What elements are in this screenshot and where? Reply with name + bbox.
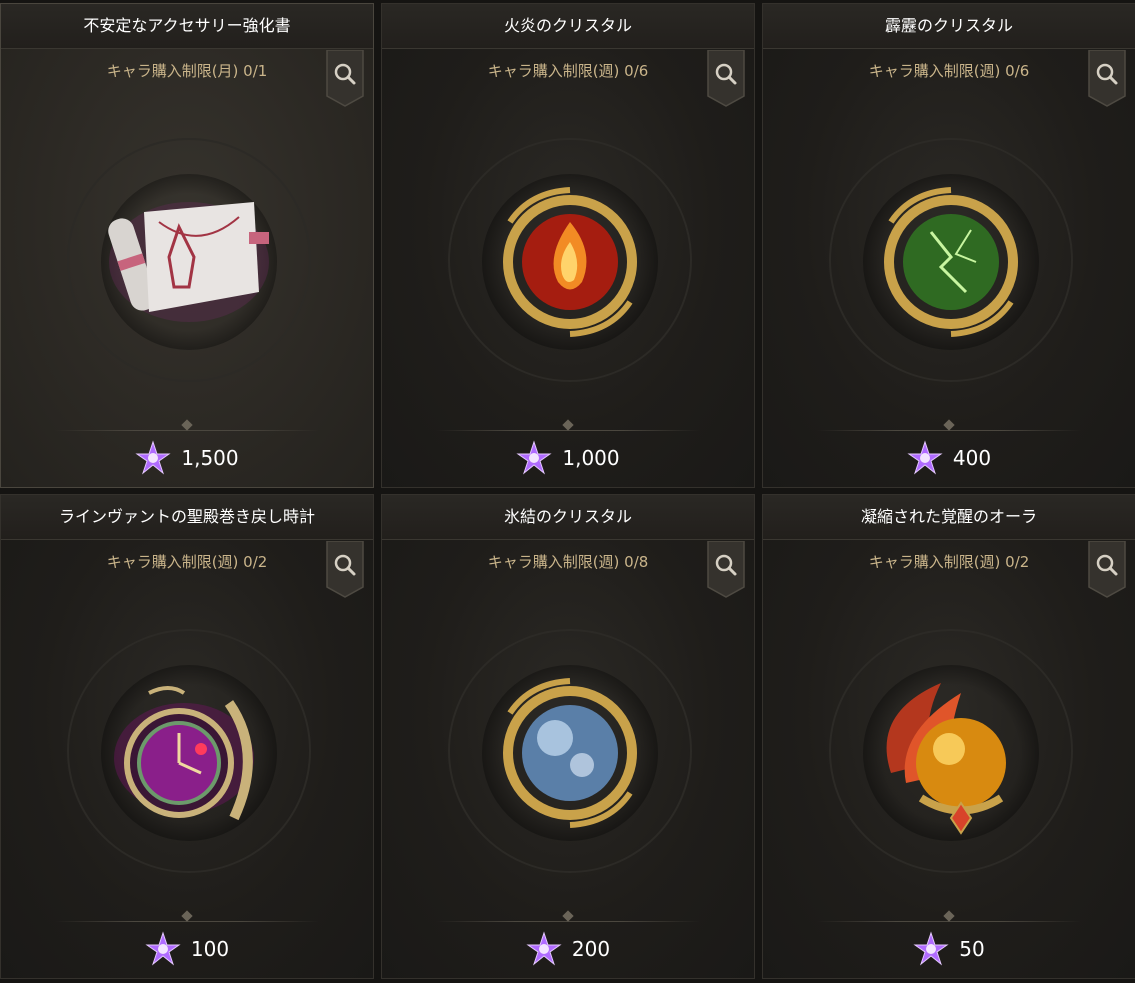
purple-star-gem-icon bbox=[913, 931, 949, 966]
price-value: 1,500 bbox=[181, 446, 239, 470]
price: 50 bbox=[763, 931, 1135, 967]
item-name: ラインヴァントの聖殿巻き戻し時計 bbox=[1, 495, 373, 540]
fire-crystal-icon bbox=[503, 187, 637, 337]
price-value: 400 bbox=[952, 446, 992, 470]
purple-star-gem-icon bbox=[526, 931, 562, 966]
zoom-button[interactable] bbox=[1087, 50, 1127, 108]
divider-diamond bbox=[562, 910, 574, 922]
purchase-limit: キャラ購入制限(週) 0/2 bbox=[106, 553, 268, 571]
purple-star-gem-icon bbox=[907, 440, 943, 475]
shop-item-card[interactable]: 霹靂のクリスタル キャラ購入制限(週) 0/6 400 bbox=[762, 3, 1135, 488]
price: 100 bbox=[1, 931, 373, 967]
divider-diamond bbox=[943, 419, 955, 431]
aura-orb-icon bbox=[886, 683, 1006, 835]
divider-diamond bbox=[181, 419, 193, 431]
price-value: 1,000 bbox=[562, 446, 620, 470]
shop-item-card[interactable]: 火炎のクリスタル キャラ購入制限(週) 0/6 1,000 bbox=[381, 3, 755, 488]
clock-icon bbox=[114, 686, 254, 821]
price: 400 bbox=[763, 440, 1135, 476]
price: 200 bbox=[382, 931, 754, 967]
zoom-button[interactable] bbox=[706, 50, 746, 108]
purchase-limit: キャラ購入制限(週) 0/6 bbox=[868, 62, 1030, 80]
ice-crystal-icon bbox=[503, 678, 637, 828]
divider-diamond bbox=[181, 910, 193, 922]
item-name: 火炎のクリスタル bbox=[382, 4, 754, 49]
shop-item-card[interactable]: 不安定なアクセサリー強化書 キャラ購入制限(月) 0/1 1,500 bbox=[0, 3, 374, 488]
price: 1,500 bbox=[1, 440, 373, 476]
shop-item-card[interactable]: 凝縮された覚醒のオーラ キャラ購入制限(週) 0/2 50 bbox=[762, 494, 1135, 979]
purple-star-gem-icon bbox=[135, 440, 171, 475]
purple-star-gem-icon bbox=[516, 440, 552, 475]
purchase-limit: キャラ購入制限(週) 0/8 bbox=[487, 553, 649, 571]
divider-diamond bbox=[562, 419, 574, 431]
shop-grid: 不安定なアクセサリー強化書 キャラ購入制限(月) 0/1 1,500 火炎のクリ… bbox=[0, 0, 1135, 983]
price-value: 200 bbox=[571, 937, 611, 961]
shop-item-card[interactable]: 氷結のクリスタル キャラ購入制限(週) 0/8 200 bbox=[381, 494, 755, 979]
zoom-button[interactable] bbox=[325, 541, 365, 599]
item-name: 霹靂のクリスタル bbox=[763, 4, 1135, 49]
item-name: 凝縮された覚醒のオーラ bbox=[763, 495, 1135, 540]
purchase-limit: キャラ購入制限(週) 0/2 bbox=[868, 553, 1030, 571]
shop-item-card[interactable]: ラインヴァントの聖殿巻き戻し時計 キャラ購入制限(週) 0/2 100 bbox=[0, 494, 374, 979]
divider-diamond bbox=[943, 910, 955, 922]
item-name: 氷結のクリスタル bbox=[382, 495, 754, 540]
price-value: 50 bbox=[959, 937, 985, 961]
purchase-limit: キャラ購入制限(月) 0/1 bbox=[106, 62, 268, 80]
purple-star-gem-icon bbox=[145, 931, 181, 966]
purchase-limit: キャラ購入制限(週) 0/6 bbox=[487, 62, 649, 80]
scroll-icon bbox=[108, 202, 269, 322]
zoom-button[interactable] bbox=[706, 541, 746, 599]
price: 1,000 bbox=[382, 440, 754, 476]
zoom-button[interactable] bbox=[325, 50, 365, 108]
zoom-button[interactable] bbox=[1087, 541, 1127, 599]
lightning-crystal-icon bbox=[884, 187, 1018, 337]
price-value: 100 bbox=[190, 937, 230, 961]
item-name: 不安定なアクセサリー強化書 bbox=[1, 4, 373, 49]
